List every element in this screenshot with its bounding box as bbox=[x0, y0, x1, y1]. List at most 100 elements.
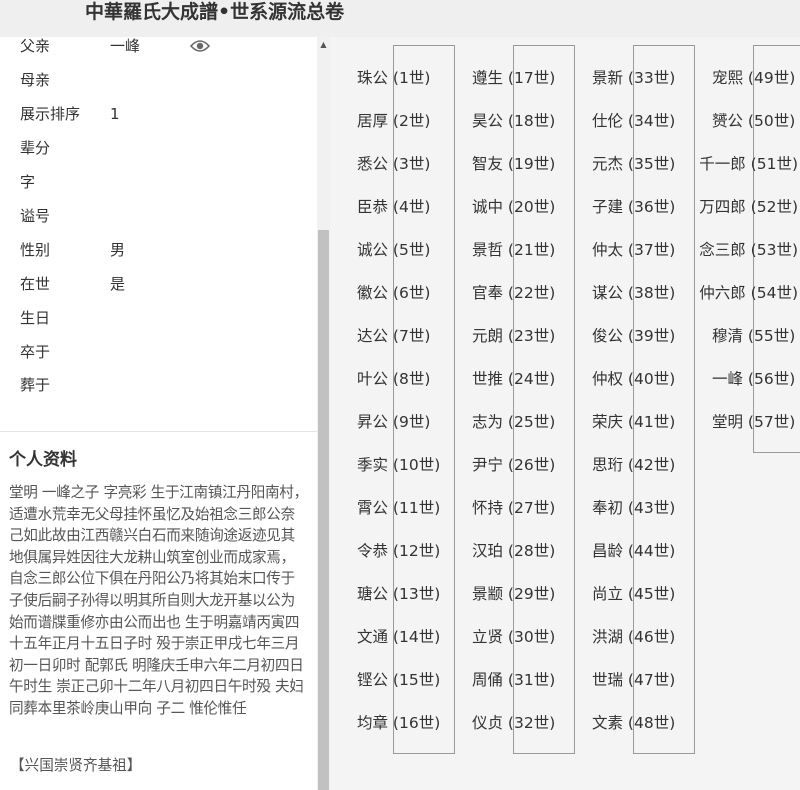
generation-node[interactable]: 文通 (14世) bbox=[357, 627, 440, 647]
info-row: 父亲 一峰 bbox=[0, 37, 317, 56]
generation-node[interactable]: 仕伦 (34世) bbox=[592, 111, 675, 131]
generation-node[interactable]: 遵生 (17世) bbox=[472, 68, 555, 88]
generation-node[interactable]: 仲太 (37世) bbox=[592, 240, 675, 260]
info-value: 1 bbox=[110, 105, 120, 123]
generation-node[interactable]: 文素 (48世) bbox=[592, 713, 675, 733]
bio-heading: 个人资料 bbox=[9, 450, 77, 470]
generation-node[interactable]: 景颛 (29世) bbox=[472, 584, 555, 604]
generation-node[interactable]: 世推 (24世) bbox=[472, 369, 555, 389]
connector-top bbox=[633, 45, 695, 46]
triangle-up-icon[interactable]: ▲ bbox=[317, 40, 330, 50]
info-label: 性别 bbox=[20, 241, 51, 259]
generation-node[interactable]: 居厚 (2世) bbox=[357, 111, 430, 131]
info-row: 卒于 bbox=[0, 342, 317, 362]
generation-node[interactable]: 景哲 (21世) bbox=[472, 240, 555, 260]
info-row: 生日 bbox=[0, 308, 317, 328]
generation-node[interactable]: 一峰 (56世) bbox=[712, 369, 795, 389]
info-row: 展示排序 1 bbox=[0, 104, 317, 124]
connector-top bbox=[753, 45, 800, 46]
generation-node[interactable]: 季实 (10世) bbox=[357, 455, 440, 475]
generation-node[interactable]: 赟公 (50世) bbox=[712, 111, 795, 131]
connector-bottom bbox=[753, 452, 800, 453]
scroll-thumb[interactable] bbox=[318, 230, 329, 790]
info-label: 葬于 bbox=[20, 376, 51, 394]
generation-node[interactable]: 仪贞 (32世) bbox=[472, 713, 555, 733]
top-bar: 中華羅氏大成譜•世系源流总卷 bbox=[0, 0, 800, 37]
generation-node[interactable]: 叶公 (8世) bbox=[357, 369, 430, 389]
generation-node[interactable]: 昊公 (18世) bbox=[472, 111, 555, 131]
generation-node[interactable]: 千一郎 (51世) bbox=[699, 154, 798, 174]
generation-node[interactable]: 怀持 (27世) bbox=[472, 498, 555, 518]
generation-node[interactable]: 俊公 (39世) bbox=[592, 326, 675, 346]
info-label: 展示排序 bbox=[20, 105, 81, 123]
info-row: 字 bbox=[0, 172, 317, 192]
generation-node[interactable]: 瑭公 (13世) bbox=[357, 584, 440, 604]
generation-node[interactable]: 尚立 (45世) bbox=[592, 584, 675, 604]
generation-node[interactable]: 立贤 (30世) bbox=[472, 627, 555, 647]
generation-node[interactable]: 诚公 (5世) bbox=[357, 240, 430, 260]
info-label: 辈分 bbox=[20, 139, 51, 157]
generation-node[interactable]: 万四郎 (52世) bbox=[699, 197, 798, 217]
lineage-tree-panel: 珠公 (1世) 居厚 (2世) 悉公 (3世) 臣恭 (4世) 诚公 (5世) 徽公 (6… bbox=[330, 37, 800, 790]
generation-node[interactable]: 穆清 (55世) bbox=[712, 326, 795, 346]
left-panel-scrollbar[interactable]: ▲ bbox=[317, 37, 330, 790]
connector-top bbox=[393, 45, 455, 46]
generation-node[interactable]: 诚中 (20世) bbox=[472, 197, 555, 217]
info-label: 在世 bbox=[20, 275, 51, 293]
generation-node[interactable]: 珠公 (1世) bbox=[357, 68, 430, 88]
generation-node[interactable]: 洪湖 (46世) bbox=[592, 627, 675, 647]
generation-node[interactable]: 元杰 (35世) bbox=[592, 154, 675, 174]
page-title: 中華羅氏大成譜•世系源流总卷 bbox=[85, 1, 345, 23]
info-row: 母亲 bbox=[0, 70, 317, 90]
generation-node[interactable]: 思珩 (42世) bbox=[592, 455, 675, 475]
info-row: 在世 是 bbox=[0, 274, 317, 294]
info-label: 谥号 bbox=[20, 207, 51, 225]
info-value: 男 bbox=[110, 241, 126, 259]
connector-top bbox=[513, 45, 575, 46]
info-row: 性别 男 bbox=[0, 240, 317, 260]
generation-node[interactable]: 景新 (33世) bbox=[592, 68, 675, 88]
generation-node[interactable]: 官奉 (22世) bbox=[472, 283, 555, 303]
info-row: 辈分 bbox=[0, 138, 317, 158]
generation-node[interactable]: 汉珀 (28世) bbox=[472, 541, 555, 561]
info-label: 卒于 bbox=[20, 343, 51, 361]
generation-node[interactable]: 徽公 (6世) bbox=[357, 283, 430, 303]
generation-node[interactable]: 宠熙 (49世) bbox=[712, 68, 795, 88]
generation-node[interactable]: 臣恭 (4世) bbox=[357, 197, 430, 217]
generation-node[interactable]: 智友 (19世) bbox=[472, 154, 555, 174]
bio-lineage-link[interactable]: 【兴国崇贤齐基祖】 bbox=[10, 754, 141, 775]
info-label: 父亲 bbox=[20, 37, 51, 55]
connector-bottom bbox=[513, 753, 575, 754]
info-value: 是 bbox=[110, 275, 126, 293]
bio-text: 堂明 一峰之子 字亮彩 生于江南镇江丹阳南村，适遭水荒幸无父母挂怀虽忆及始祖念三… bbox=[9, 484, 308, 717]
generation-node[interactable]: 均章 (16世) bbox=[357, 713, 440, 733]
info-row: 葬于 bbox=[0, 375, 317, 395]
generation-node[interactable]: 奉初 (43世) bbox=[592, 498, 675, 518]
generation-node[interactable]: 悉公 (3世) bbox=[357, 154, 430, 174]
info-label: 字 bbox=[20, 173, 36, 191]
eye-icon[interactable] bbox=[189, 38, 211, 52]
generation-node[interactable]: 周俑 (31世) bbox=[472, 670, 555, 690]
generation-node[interactable]: 仲六郎 (54世) bbox=[699, 283, 798, 303]
info-row: 谥号 bbox=[0, 206, 317, 226]
generation-node[interactable]: 谋公 (38世) bbox=[592, 283, 675, 303]
section-divider bbox=[0, 431, 317, 432]
generation-node[interactable]: 仲权 (40世) bbox=[592, 369, 675, 389]
generation-node[interactable]: 令恭 (12世) bbox=[357, 541, 440, 561]
generation-node[interactable]: 荣庆 (41世) bbox=[592, 412, 675, 432]
generation-node[interactable]: 霄公 (11世) bbox=[357, 498, 440, 518]
generation-node[interactable]: 铿公 (15世) bbox=[357, 670, 440, 690]
generation-node[interactable]: 堂明 (57世) bbox=[712, 412, 795, 432]
generation-node[interactable]: 世瑞 (47世) bbox=[592, 670, 675, 690]
connector-bottom bbox=[633, 753, 695, 754]
generation-node[interactable]: 昇公 (9世) bbox=[357, 412, 430, 432]
generation-node[interactable]: 志为 (25世) bbox=[472, 412, 555, 432]
info-label: 母亲 bbox=[20, 71, 51, 89]
generation-node[interactable]: 子建 (36世) bbox=[592, 197, 675, 217]
generation-node[interactable]: 念三郎 (53世) bbox=[699, 240, 798, 260]
generation-node[interactable]: 元朗 (23世) bbox=[472, 326, 555, 346]
generation-node[interactable]: 昌龄 (44世) bbox=[592, 541, 675, 561]
generation-node[interactable]: 尹宁 (26世) bbox=[472, 455, 555, 475]
generation-node[interactable]: 达公 (7世) bbox=[357, 326, 430, 346]
info-label: 生日 bbox=[20, 309, 51, 327]
